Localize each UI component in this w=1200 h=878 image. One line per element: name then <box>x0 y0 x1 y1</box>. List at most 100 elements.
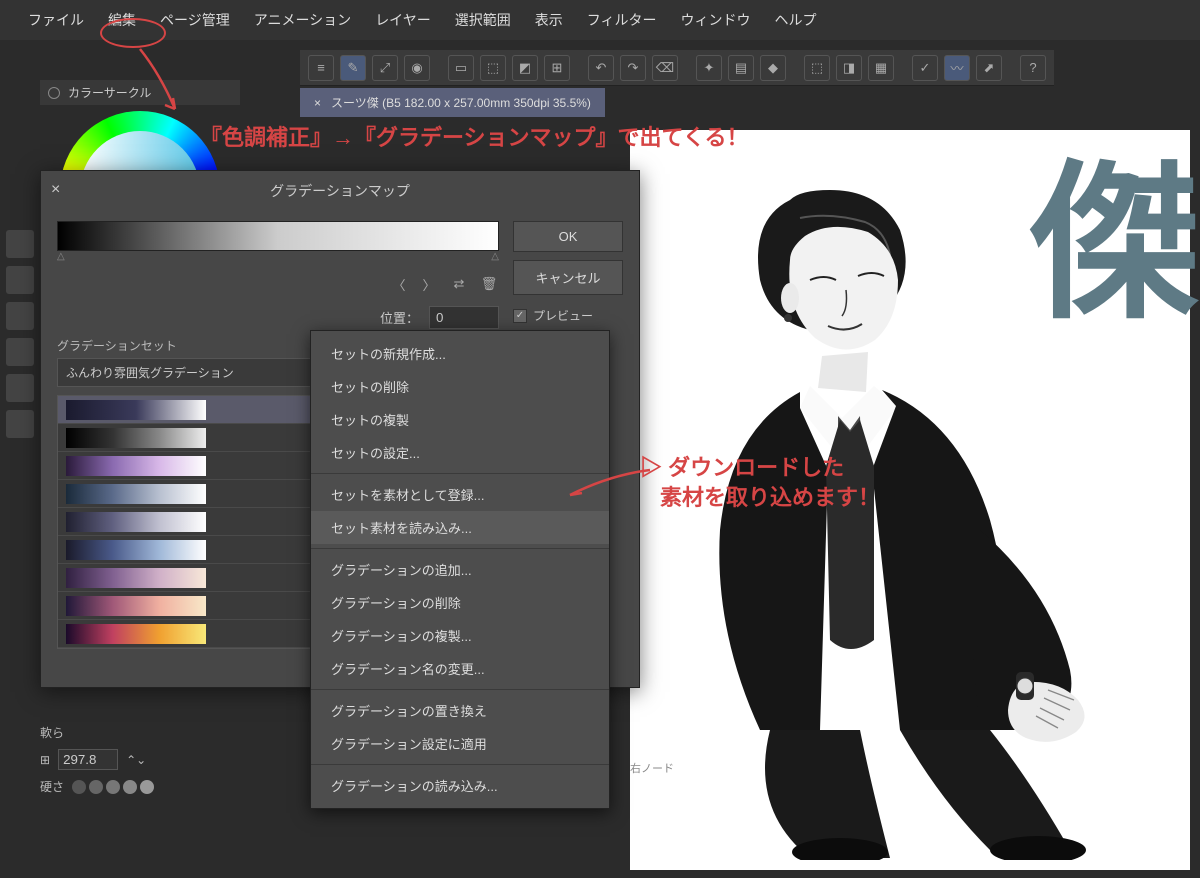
menu-view[interactable]: 表示 <box>535 10 563 30</box>
toolbar-grid-icon[interactable]: ▦ <box>868 55 894 81</box>
preview-label: プレビュー <box>533 307 593 324</box>
menu-separator <box>311 473 609 474</box>
toolbar-invert-icon[interactable]: ◩ <box>512 55 538 81</box>
toolbar-brush-icon[interactable]: 〰 <box>944 55 970 81</box>
tool-brush[interactable] <box>6 302 34 330</box>
menu-layer[interactable]: レイヤー <box>375 10 431 30</box>
toolbar-contrast-icon[interactable]: ◨ <box>836 55 862 81</box>
toolbar-pick-icon[interactable]: ⬈ <box>976 55 1002 81</box>
brush-size-input[interactable] <box>58 749 118 770</box>
grad-delete-icon[interactable]: 🗑 <box>479 274 499 294</box>
hardness-dot[interactable] <box>106 780 120 794</box>
context-menu-item[interactable]: グラデーション名の変更... <box>311 652 609 685</box>
canvas[interactable]: 傑 <box>630 130 1190 870</box>
cancel-button[interactable]: キャンセル <box>513 260 623 295</box>
toolbar-scale-icon[interactable]: ⤢ <box>372 55 398 81</box>
toolbar-expand-icon[interactable]: ⊞ <box>544 55 570 81</box>
toolbar-swirl-icon[interactable]: ◉ <box>404 55 430 81</box>
toolbar-marquee-icon[interactable]: ⬚ <box>804 55 830 81</box>
grad-prev-icon[interactable]: 〈 <box>389 274 409 294</box>
menu-file[interactable]: ファイル <box>28 10 84 30</box>
artwork-figure <box>650 170 1170 860</box>
hardness-dot[interactable] <box>140 780 154 794</box>
gradient-swatch <box>66 428 206 448</box>
context-menu-item[interactable]: セット素材を読み込み... <box>311 511 609 544</box>
hardness-dot[interactable] <box>89 780 103 794</box>
document-title: スーツ傑 (B5 182.00 x 257.00mm 350dpi 35.5%) <box>331 94 591 111</box>
tool-blend[interactable] <box>6 338 34 366</box>
context-menu-item[interactable]: グラデーション設定に適用 <box>311 727 609 760</box>
chevron-updown-icon[interactable]: ⌃⌄ <box>126 753 146 767</box>
right-node-label: 右ノード <box>630 760 710 776</box>
menu-filter[interactable]: フィルター <box>587 10 657 30</box>
gradient-swatch <box>66 400 206 420</box>
tool-eraser[interactable] <box>6 230 34 258</box>
color-panel-title: カラーサークル <box>68 84 151 101</box>
menu-separator <box>311 548 609 549</box>
tool-pen[interactable] <box>6 266 34 294</box>
check-icon: ✓ <box>513 309 527 323</box>
gradient-swatch <box>66 624 206 644</box>
toolbar-deselect-icon[interactable]: ⬚ <box>480 55 506 81</box>
toolbar-layer-icon[interactable]: ▤ <box>728 55 754 81</box>
gradient-swatch <box>66 512 206 532</box>
grad-marker-right[interactable]: △ <box>491 251 499 262</box>
ok-button[interactable]: OK <box>513 221 623 252</box>
menu-select[interactable]: 選択範囲 <box>455 10 511 30</box>
toolbar-undo-icon[interactable]: ↶ <box>588 55 614 81</box>
hardness-label: 硬さ <box>40 778 64 795</box>
menu-separator <box>311 764 609 765</box>
gradient-swatch <box>66 568 206 588</box>
menu-help[interactable]: ヘルプ <box>775 10 817 30</box>
top-toolbar: ≡ ✎ ⤢ ◉ ▭ ⬚ ◩ ⊞ ↶ ↷ ⌫ ✦ ▤ ◆ ⬚ ◨ ▦ ✓ 〰 ⬈ … <box>300 50 1054 86</box>
context-menu-item[interactable]: セットの設定... <box>311 436 609 469</box>
menu-window[interactable]: ウィンドウ <box>681 10 751 30</box>
gradient-preview-bar[interactable] <box>57 221 499 251</box>
hardness-dot[interactable] <box>123 780 137 794</box>
brush-properties: 軟ら ⊞ ⌃⌄ 硬さ <box>40 720 280 799</box>
tool-fill[interactable] <box>6 374 34 402</box>
toolbar-menu-icon[interactable]: ≡ <box>308 55 334 81</box>
context-menu-item[interactable]: セットの新規作成... <box>311 337 609 370</box>
context-menu-item[interactable]: セットの削除 <box>311 370 609 403</box>
menu-edit[interactable]: 編集 <box>108 10 136 30</box>
dialog-close-icon[interactable]: × <box>51 181 60 199</box>
document-tab[interactable]: × スーツ傑 (B5 182.00 x 257.00mm 350dpi 35.5… <box>300 88 605 117</box>
menu-page[interactable]: ページ管理 <box>160 10 230 30</box>
context-menu-item[interactable]: セットを素材として登録... <box>311 478 609 511</box>
preview-checkbox[interactable]: ✓ プレビュー <box>513 307 623 324</box>
tool-smudge[interactable] <box>6 410 34 438</box>
gradient-swatch <box>66 540 206 560</box>
menu-anim[interactable]: アニメーション <box>254 10 351 30</box>
grad-reverse-icon[interactable]: ⇄ <box>449 274 469 294</box>
toolbar-diamond-icon[interactable]: ◆ <box>760 55 786 81</box>
hardness-dot[interactable] <box>72 780 86 794</box>
plus-icon[interactable]: ⊞ <box>40 753 50 767</box>
context-menu-item[interactable]: グラデーションの読み込み... <box>311 769 609 802</box>
color-indicator-icon <box>48 87 60 99</box>
grad-next-icon[interactable]: 〉 <box>419 274 439 294</box>
context-menu-item[interactable]: セットの複製 <box>311 403 609 436</box>
context-menu: セットの新規作成...セットの削除セットの複製セットの設定... セットを素材とし… <box>310 330 610 809</box>
toolbar-redo-icon[interactable]: ↷ <box>620 55 646 81</box>
position-input[interactable] <box>429 306 499 329</box>
menu-separator <box>311 689 609 690</box>
tool-strip <box>0 230 40 438</box>
grad-marker-left[interactable]: △ <box>57 251 65 262</box>
toolbar-help-icon[interactable]: ? <box>1020 55 1046 81</box>
gradient-swatch <box>66 456 206 476</box>
toolbar-edit-icon[interactable]: ✎ <box>340 55 366 81</box>
context-menu-item[interactable]: グラデーションの複製... <box>311 619 609 652</box>
dialog-title: グラデーションマップ <box>270 183 410 199</box>
toolbar-erase-icon[interactable]: ⌫ <box>652 55 678 81</box>
toolbar-check-icon[interactable]: ✓ <box>912 55 938 81</box>
gradient-swatch <box>66 596 206 616</box>
context-menu-item[interactable]: グラデーションの削除 <box>311 586 609 619</box>
close-tab-icon[interactable]: × <box>314 96 321 110</box>
context-menu-item[interactable]: グラデーションの追加... <box>311 553 609 586</box>
context-menu-item[interactable]: グラデーションの置き換え <box>311 694 609 727</box>
menubar: ファイル 編集 ページ管理 アニメーション レイヤー 選択範囲 表示 フィルター… <box>0 0 1200 40</box>
toolbar-rect-icon[interactable]: ▭ <box>448 55 474 81</box>
soft-label: 軟ら <box>40 724 64 741</box>
toolbar-spark-icon[interactable]: ✦ <box>696 55 722 81</box>
